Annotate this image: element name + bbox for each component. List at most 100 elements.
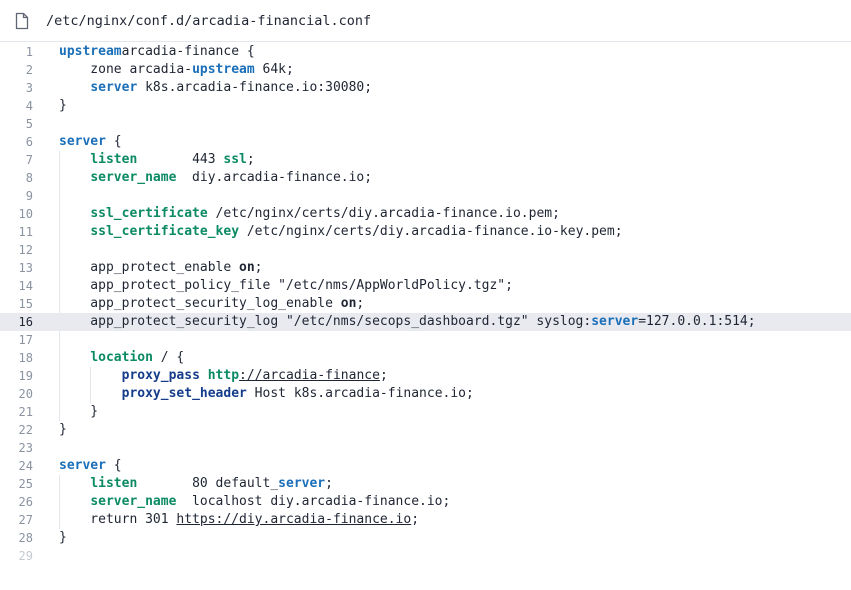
token-text: zone arcadia- [59,62,193,77]
token-text: 80 default_ [137,476,279,491]
code-line[interactable]: 18 location / { [0,349,851,367]
line-number: 16 [18,315,33,329]
code-line[interactable]: 19 proxy_pass http://arcadia-finance; [0,367,851,385]
line-content: proxy_set_header Host k8s.arcadia-financ… [59,385,474,403]
line-content: location / { [59,349,184,367]
code-line[interactable]: 23 [0,439,851,457]
code-line[interactable]: 20 proxy_set_header Host k8s.arcadia-fin… [0,385,851,403]
line-number: 20 [18,387,33,401]
line-content: app_protect_security_log "/etc/nms/secop… [59,313,755,331]
code-line[interactable]: 6 server { [0,133,851,151]
code-line[interactable]: 15 app_protect_security_log_enable on; [0,295,851,313]
code-line[interactable]: 16 app_protect_security_log "/etc/nms/se… [0,313,851,331]
line-number: 27 [18,513,33,527]
line-number: 18 [18,351,33,365]
token-text: /etc/nginx/certs/diy.arcadia-finance.io.… [207,206,560,221]
code-line[interactable]: 21 } [0,403,851,421]
token-text: { [105,134,122,149]
token-bold: on [340,296,357,311]
code-line[interactable]: 14 app_protect_policy_file "/etc/nms/App… [0,277,851,295]
token-dir: server_name [90,170,177,185]
line-number: 24 [18,459,33,473]
code-line[interactable]: 10 ssl_certificate /etc/nginx/certs/diy.… [0,205,851,223]
token-text: } [59,98,67,113]
line-content: ssl_certificate /etc/nginx/certs/diy.arc… [59,205,560,223]
line-content: } [59,529,67,547]
token-text: } [59,422,67,437]
token-text: localhost diy.arcadia-finance.io; [176,494,451,509]
line-number: 23 [18,441,33,455]
line-number: 11 [18,225,33,239]
token-kw: server [59,134,106,149]
code-line[interactable]: 7 listen 443 ssl; [0,151,851,169]
token-kw: server [278,476,326,491]
token-dir: location [90,350,153,365]
token-text: app_protect_policy_file "/etc/nms/AppWor… [59,278,513,293]
line-content: zone arcadia-upstream 64k; [59,61,294,79]
code-line[interactable]: 11 ssl_certificate_key /etc/nginx/certs/… [0,223,851,241]
line-content: app_protect_policy_file "/etc/nms/AppWor… [59,277,513,295]
code-line[interactable]: 5 [0,115,851,133]
token-kw: upstream [59,44,122,59]
line-number: 3 [25,81,33,95]
line-number: 28 [18,531,33,545]
code-line[interactable]: 1 upstreamarcadia-finance { [0,43,851,61]
line-content: app_protect_security_log_enable on; [59,295,364,313]
token-dir: ssl_certificate [90,206,208,221]
file-icon [14,12,30,30]
token-text: /etc/nginx/certs/diy.arcadia-finance.io-… [239,224,623,239]
token-text: diy.arcadia-finance.io; [176,170,373,185]
line-number: 7 [25,153,33,167]
token-url[interactable]: https://diy.arcadia-finance.io [176,512,411,527]
token-url[interactable]: ://arcadia-finance [239,368,380,383]
code-line[interactable]: 22} [0,421,851,439]
token-text: ; [356,296,365,311]
code-line[interactable]: 2 zone arcadia-upstream 64k; [0,61,851,79]
line-content: server { [59,457,122,475]
code-line[interactable]: 24 server { [0,457,851,475]
line-number: 6 [25,135,33,149]
line-content: return 301 https://diy.arcadia-finance.i… [59,511,419,529]
file-path: /etc/nginx/conf.d/arcadia-financial.conf [46,13,372,29]
line-content: server_name diy.arcadia-finance.io; [59,169,372,187]
token-text: / { [152,350,185,365]
token-text: return 301 [59,512,177,527]
token-dir: listen [90,152,138,167]
token-text: } [59,404,99,419]
file-header: /etc/nginx/conf.d/arcadia-financial.conf [0,0,851,42]
line-content: listen 443 ssl; [59,151,254,169]
token-nav: proxy_set_header [121,386,247,401]
token-text: Host k8s.arcadia-finance.io; [246,386,474,401]
code-line[interactable]: 26 server_name localhost diy.arcadia-fin… [0,493,851,511]
code-editor[interactable]: 1 upstreamarcadia-finance {2 zone arcadia… [0,43,851,590]
code-line[interactable]: 4} [0,97,851,115]
token-text: app_protect_security_log_enable [59,296,341,311]
code-line[interactable]: 28} [0,529,851,547]
code-line[interactable]: 27 return 301 https://diy.arcadia-financ… [0,511,851,529]
line-number: 25 [18,477,33,491]
code-line[interactable]: 12 [0,241,851,259]
code-line[interactable]: 9 [0,187,851,205]
token-url-proto: http [207,368,240,383]
code-line[interactable]: 29 [0,547,851,565]
token-text: } [59,530,67,545]
code-line[interactable]: 3 server k8s.arcadia-finance.io:30080; [0,79,851,97]
code-line[interactable]: 17 [0,331,851,349]
code-line[interactable]: 13 app_protect_enable on; [0,259,851,277]
token-text: { [105,458,122,473]
code-line[interactable]: 25 listen 80 default_server; [0,475,851,493]
line-number: 2 [25,63,33,77]
token-dir: ssl_certificate_key [90,224,240,239]
code-line[interactable]: 8 server_name diy.arcadia-finance.io; [0,169,851,187]
line-number: 22 [18,423,33,437]
line-content: proxy_pass http://arcadia-finance; [59,367,388,385]
token-text: ; [325,476,333,491]
